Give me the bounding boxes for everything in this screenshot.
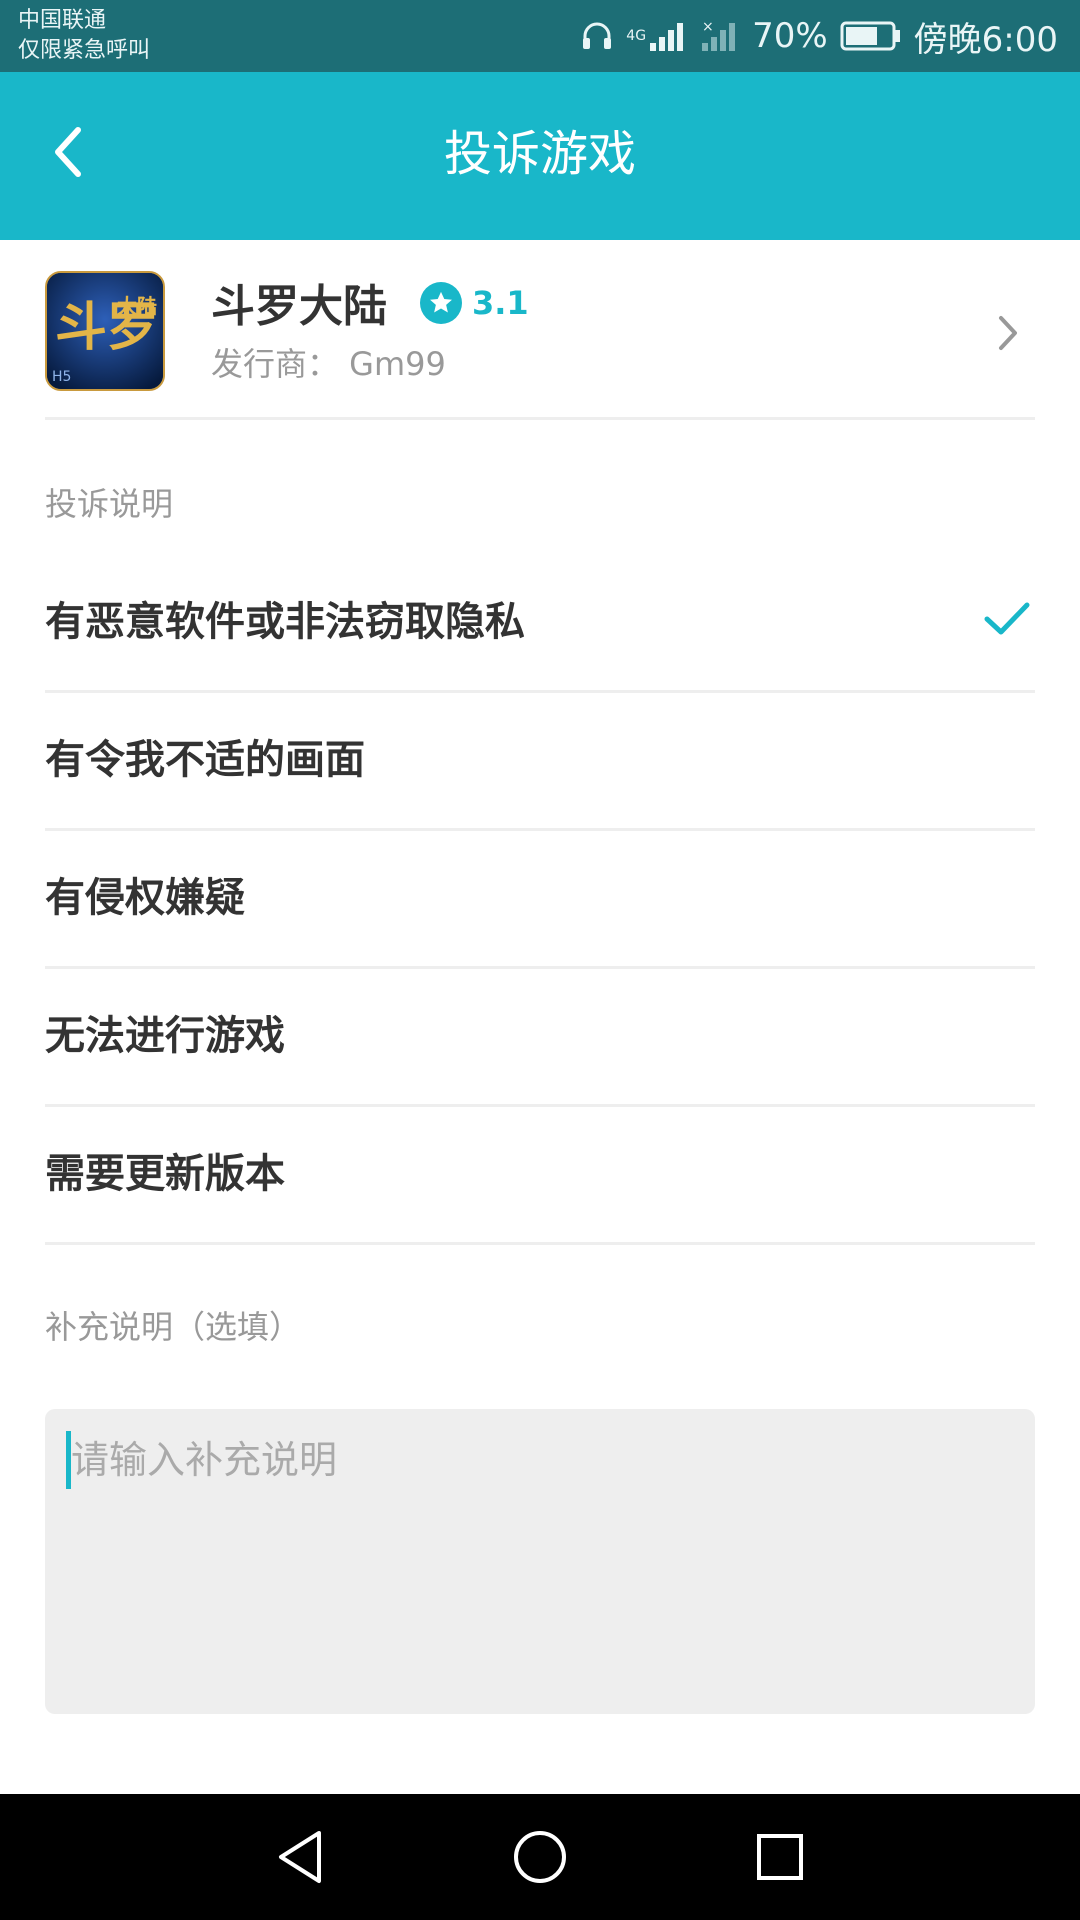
status-bar: 中国联通 仅限紧急呼叫 4G × 70% 傍晚6:00 — [0, 0, 1080, 72]
signal-4g-icon: 4G — [626, 19, 688, 53]
circle-home-icon — [514, 1831, 566, 1883]
square-recents-icon — [757, 1834, 803, 1880]
system-nav-bar — [0, 1794, 1080, 1920]
triangle-back-icon — [279, 1831, 321, 1883]
rating-value: 3.1 — [472, 284, 529, 322]
option-label: 需要更新版本 — [45, 1151, 285, 1197]
complaint-option-needs-update[interactable]: 需要更新版本 — [45, 1107, 1035, 1245]
textarea-placeholder: 请输入补充说明 — [71, 1438, 338, 1482]
app-bar: 投诉游戏 — [0, 72, 1080, 240]
publisher-label: 发行商： Gm99 — [211, 345, 446, 383]
chevron-right-icon — [987, 308, 1027, 358]
option-label: 无法进行游戏 — [45, 1013, 285, 1059]
game-icon-badge: H5 — [52, 369, 71, 385]
supplement-section-label: 补充说明（选填） — [45, 1308, 302, 1346]
supplement-textarea[interactable]: 请输入补充说明 — [45, 1409, 1035, 1714]
game-card[interactable]: 斗罗 大陆 H5 斗罗大陆 3.1 发行商： Gm99 — [45, 240, 1035, 420]
battery-icon — [840, 21, 902, 51]
option-label: 有令我不适的画面 — [45, 737, 365, 783]
checkmark-icon — [983, 599, 1031, 639]
page-title: 投诉游戏 — [443, 126, 636, 182]
emergency-only-label: 仅限紧急呼叫 — [18, 38, 151, 63]
svg-text:×: × — [702, 19, 714, 35]
nav-home-button[interactable] — [510, 1827, 570, 1887]
option-label: 有侵权嫌疑 — [45, 875, 245, 921]
clock: 傍晚6:00 — [913, 19, 1058, 60]
game-name: 斗罗大陆 — [211, 281, 387, 332]
carrier-info: 中国联通 仅限紧急呼叫 — [18, 6, 150, 66]
carrier-name: 中国联通 — [18, 8, 107, 33]
nav-back-button[interactable] — [270, 1827, 330, 1887]
network-type-label: 4G — [626, 28, 647, 44]
option-label: 有恶意软件或非法窃取隐私 — [45, 599, 525, 645]
battery-percent: 70% — [752, 16, 828, 56]
complaint-option-uncomfortable[interactable]: 有令我不适的画面 — [45, 693, 1035, 831]
nav-recents-button[interactable] — [750, 1827, 810, 1887]
game-icon-corner-text: 大陆 — [117, 294, 157, 318]
complaint-section-label: 投诉说明 — [45, 485, 174, 523]
signal-no-service-icon: × — [700, 19, 740, 53]
complaint-option-cannot-play[interactable]: 无法进行游戏 — [45, 969, 1035, 1107]
game-icon: 斗罗 大陆 H5 — [45, 271, 165, 391]
status-icons: 4G × 70% 傍晚6:00 — [580, 0, 1058, 72]
complaint-option-infringement[interactable]: 有侵权嫌疑 — [45, 831, 1035, 969]
headset-icon — [580, 19, 614, 53]
game-rating: 3.1 — [420, 282, 529, 324]
complaint-option-malware[interactable]: 有恶意软件或非法窃取隐私 — [45, 555, 1035, 693]
star-icon — [420, 282, 462, 324]
